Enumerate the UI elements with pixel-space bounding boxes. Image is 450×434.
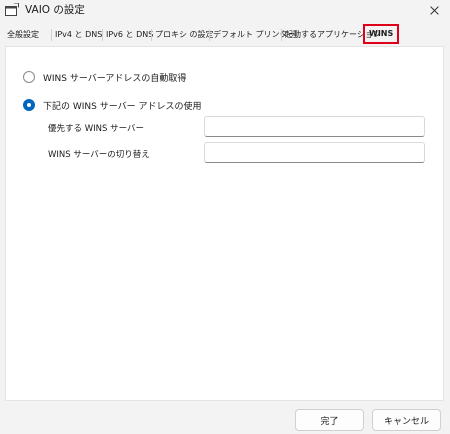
tab-strip: 全般設定 IPv4 と DNS IPv6 と DNS プロキシ の設定 デフォル…: [5, 24, 445, 44]
tab-divider: [102, 29, 103, 41]
title-bar: VAIO の設定: [0, 0, 450, 22]
tab-ipv6-dns[interactable]: IPv6 と DNS: [104, 26, 155, 44]
wins-auto-radio[interactable]: [23, 71, 35, 83]
preferred-wins-input[interactable]: [204, 116, 425, 137]
done-button[interactable]: 完了: [295, 409, 364, 431]
wins-manual-label: 下記の WINS サーバー アドレスの使用: [43, 101, 202, 112]
tab-divider: [209, 29, 210, 41]
app-window-icon: [5, 3, 19, 16]
wins-settings-panel: WINS サーバーアドレスの自動取得 下記の WINS サーバー アドレスの使用…: [5, 46, 444, 401]
wins-auto-radio-row[interactable]: WINS サーバーアドレスの自動取得: [23, 69, 186, 85]
tab-divider: [51, 29, 52, 41]
tab-divider: [281, 29, 282, 41]
cancel-button[interactable]: キャンセル: [372, 409, 441, 431]
window-title: VAIO の設定: [25, 4, 85, 16]
tab-ipv4-dns[interactable]: IPv4 と DNS: [53, 26, 104, 44]
wins-manual-radio-row[interactable]: 下記の WINS サーバー アドレスの使用: [23, 97, 202, 113]
wins-auto-label: WINS サーバーアドレスの自動取得: [43, 73, 187, 84]
tab-divider: [151, 29, 152, 41]
close-icon[interactable]: [420, 0, 450, 22]
tab-wins[interactable]: WINS: [363, 24, 400, 44]
tab-general[interactable]: 全般設定: [5, 26, 41, 44]
tab-proxy-settings[interactable]: プロキシ の設定: [153, 26, 216, 44]
alternate-wins-label: WINS サーバーの切り替え: [48, 150, 150, 160]
preferred-wins-label: 優先する WINS サーバー: [48, 124, 144, 134]
wins-manual-radio[interactable]: [23, 99, 35, 111]
alternate-wins-input[interactable]: [204, 142, 425, 163]
